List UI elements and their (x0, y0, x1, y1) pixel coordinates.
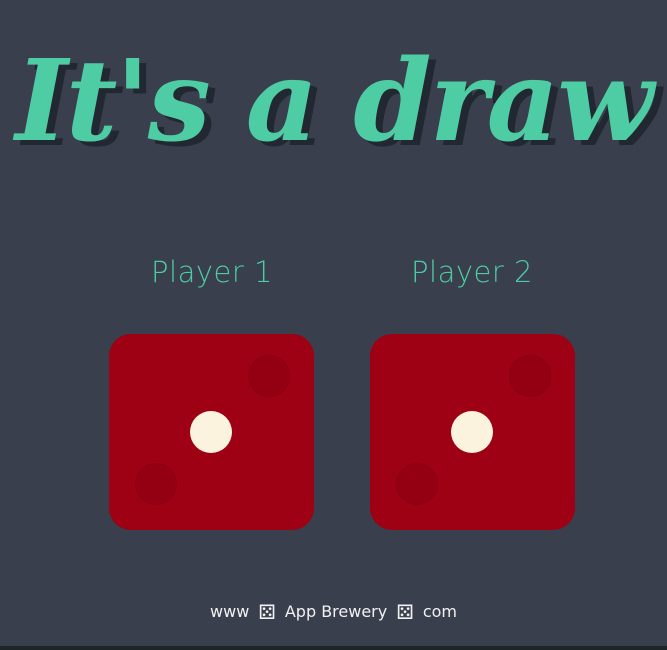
player-2-die (370, 334, 575, 530)
footer-suffix: com (422, 602, 457, 621)
die-pip-faint (509, 355, 551, 397)
page: It's a draw Player 1 Player 2 www ⚄ App … (0, 0, 667, 650)
bottom-strip (0, 646, 667, 650)
footer: www ⚄ App Brewery ⚄ com (0, 601, 667, 622)
page-title: It's a draw (15, 36, 653, 167)
die-pip (451, 411, 493, 453)
die-pip-faint (396, 463, 438, 505)
dice-icon: ⚄ (258, 599, 276, 624)
die-pip (190, 411, 232, 453)
footer-brand: App Brewery (284, 602, 388, 621)
footer-prefix: www (210, 602, 250, 621)
die-pip-faint (135, 463, 177, 505)
player-1-die (109, 334, 314, 530)
dice-icon: ⚄ (396, 599, 414, 624)
die-pip-faint (248, 355, 290, 397)
player-2-label: Player 2 (411, 255, 533, 289)
player-1-label: Player 1 (151, 255, 273, 289)
